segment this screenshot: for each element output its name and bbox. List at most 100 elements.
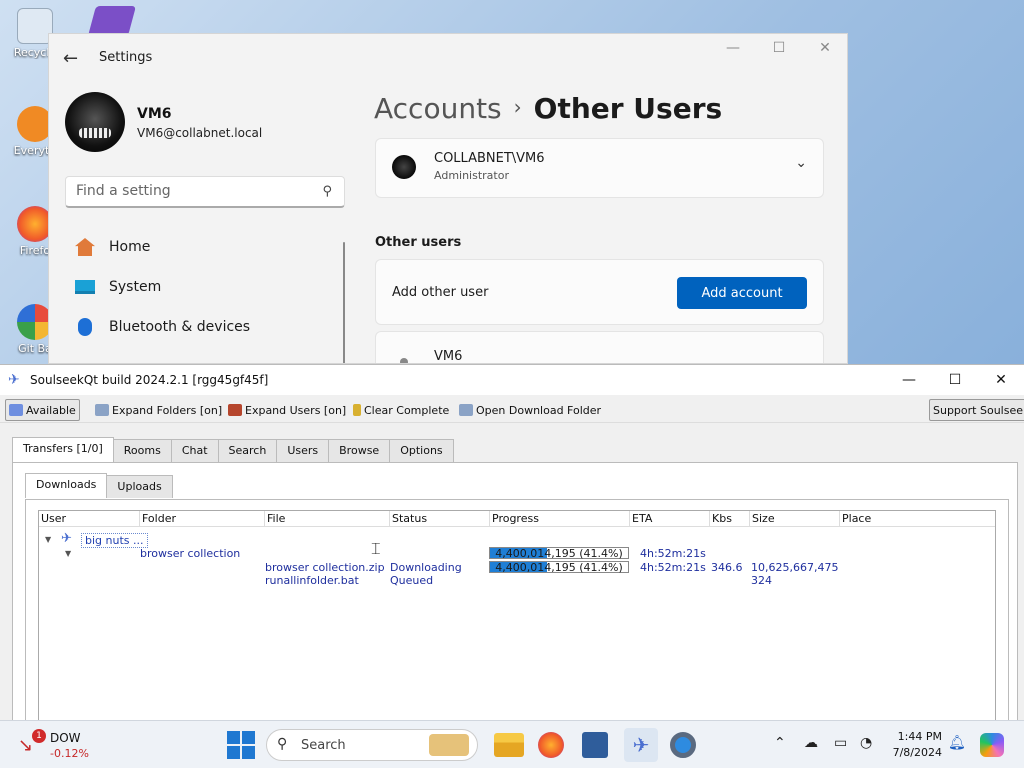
volume-icon[interactable]: ◔ <box>860 735 872 751</box>
expand-users-button[interactable]: Expand Users [on] <box>225 399 349 421</box>
support-label: Support Soulseek! <box>933 403 1024 417</box>
account-role: Administrator <box>434 169 509 182</box>
clear-complete-label: Clear Complete <box>364 403 450 417</box>
column-header-kbs[interactable]: Kbs <box>709 511 732 527</box>
soulseek-taskbar-icon[interactable]: ✈ <box>624 728 658 762</box>
network-offline-icon[interactable]: ☁ <box>804 735 818 751</box>
expand-arrow-icon[interactable]: ▼ <box>45 535 51 544</box>
windows-logo-icon <box>242 731 255 744</box>
clock[interactable]: 1:44 PM 7/8/2024 <box>886 729 942 761</box>
firefox-taskbar-icon[interactable] <box>538 732 564 758</box>
clock-time: 1:44 PM <box>897 730 942 743</box>
size-cell: 10,625,667,475 <box>751 561 839 574</box>
account-avatar <box>392 155 416 179</box>
status-cell: Queued <box>390 574 434 587</box>
notification-bell-icon[interactable]: 🔔︎ <box>948 735 966 751</box>
chevron-down-icon[interactable]: ⌄ <box>795 155 807 171</box>
user-cell[interactable]: big nuts ... <box>81 533 148 548</box>
add-account-button[interactable]: Add account <box>677 277 807 309</box>
column-header-eta[interactable]: ETA <box>629 511 652 527</box>
nav-scrollbar[interactable] <box>343 242 345 363</box>
minimize-button[interactable]: — <box>886 365 932 395</box>
home-icon <box>75 238 95 256</box>
search-highlight-icon <box>429 734 469 756</box>
nav-item-label: Bluetooth & devices <box>109 319 251 335</box>
snipping-tool-icon[interactable] <box>582 732 608 758</box>
nav-item-bluetooth[interactable]: Bluetooth & devices <box>75 312 250 342</box>
back-arrow-icon[interactable]: ← <box>63 48 78 69</box>
downloads-panel: User Folder File Status Progress ETA Kbs… <box>25 499 1009 723</box>
tab-options[interactable]: Options <box>389 439 454 462</box>
file-cell[interactable]: runallinfolder.bat <box>265 574 359 587</box>
breadcrumb: Accounts › Other Users <box>374 92 722 125</box>
list-header: User Folder File Status Progress ETA Kbs… <box>39 511 995 527</box>
column-header-place[interactable]: Place <box>839 511 995 527</box>
file-explorer-icon[interactable] <box>494 733 524 757</box>
column-header-file[interactable]: File <box>264 511 285 527</box>
tab-transfers[interactable]: Transfers [1/0] <box>12 437 114 462</box>
find-setting-input[interactable] <box>76 177 316 205</box>
tab-users[interactable]: Users <box>276 439 330 462</box>
tab-search[interactable]: Search <box>217 439 278 462</box>
folder-cell[interactable]: browser collection <box>140 547 240 560</box>
soulseek-title: SoulseekQt build 2024.2.1 [rgg45gf45f] <box>30 373 269 387</box>
windows-logo-icon <box>227 746 240 759</box>
minimize-button[interactable]: — <box>721 40 745 56</box>
clear-complete-button[interactable]: Clear Complete <box>350 399 452 421</box>
taskbar-search-label: Search <box>301 738 346 753</box>
add-other-user-label: Add other user <box>392 285 489 300</box>
breadcrumb-separator: › <box>513 95 522 119</box>
file-cell[interactable]: browser collection.zip <box>265 561 385 574</box>
other-user-card[interactable]: VM6 <box>375 331 824 364</box>
maximize-button[interactable]: ☐ <box>932 365 978 395</box>
breadcrumb-parent[interactable]: Accounts <box>374 92 502 125</box>
support-soulseek-button[interactable]: Support Soulseek! <box>929 399 1024 421</box>
nav-item-home[interactable]: Home <box>75 232 150 262</box>
column-header-folder[interactable]: Folder <box>139 511 176 527</box>
eta-cell: 4h:52m:21s <box>640 561 706 574</box>
other-user-name: VM6 <box>434 349 463 364</box>
folder-icon <box>459 404 473 416</box>
nav-item-system[interactable]: System <box>75 272 161 302</box>
column-header-size[interactable]: Size <box>749 511 775 527</box>
visual-studio-icon[interactable] <box>87 6 137 36</box>
soulseek-titlebar: ✈ SoulseekQt build 2024.2.1 [rgg45gf45f]… <box>0 365 1024 395</box>
soulseek-window-controls: — ☐ ✕ <box>886 365 1024 395</box>
close-button[interactable]: ✕ <box>813 40 837 56</box>
column-header-user[interactable]: User <box>39 511 66 527</box>
column-header-status[interactable]: Status <box>389 511 427 527</box>
downloads-list: User Folder File Status Progress ETA Kbs… <box>38 510 996 723</box>
expand-arrow-icon[interactable]: ▼ <box>65 549 71 558</box>
expand-folders-button[interactable]: Expand Folders [on] <box>92 399 225 421</box>
nav-item-label: Home <box>109 239 151 255</box>
broom-icon <box>353 404 361 416</box>
copilot-icon[interactable] <box>980 733 1004 757</box>
size-cell: 324 <box>751 574 772 587</box>
settings-gear-icon[interactable] <box>670 732 696 758</box>
windows-logo-icon <box>242 746 255 759</box>
chevron-up-icon[interactable]: ⌃ <box>774 735 786 751</box>
open-download-folder-button[interactable]: Open Download Folder <box>456 399 604 421</box>
folder-icon <box>95 404 109 416</box>
find-setting-search: ⚲ <box>65 176 345 208</box>
mouse-cursor-icon: ⌶ <box>371 539 381 558</box>
close-button[interactable]: ✕ <box>978 365 1024 395</box>
user-bird-icon: ✈ <box>61 531 72 546</box>
maximize-button[interactable]: ☐ <box>767 40 791 56</box>
tab-downloads[interactable]: Downloads <box>25 473 108 498</box>
progress-text: 4,400,014,195 (41.4%) <box>495 547 623 560</box>
status-cell: Downloading <box>390 561 462 574</box>
display-icon[interactable]: ▭ <box>834 735 847 751</box>
current-account-card[interactable]: COLLABNET\VM6 Administrator ⌄ <box>375 138 824 198</box>
settings-window-controls: — ☐ ✕ <box>721 40 837 56</box>
status-available-button[interactable]: Available <box>5 399 80 421</box>
tab-browse[interactable]: Browse <box>328 439 391 462</box>
tab-chat[interactable]: Chat <box>170 439 219 462</box>
user-name: VM6 <box>137 106 172 122</box>
tab-uploads[interactable]: Uploads <box>106 475 173 498</box>
tab-rooms[interactable]: Rooms <box>112 439 172 462</box>
soulseek-toolbar: Available Expand Folders [on] Expand Use… <box>0 395 1024 423</box>
taskbar-search[interactable]: ⚲ Search <box>266 729 478 761</box>
column-header-progress[interactable]: Progress <box>489 511 539 527</box>
start-button[interactable] <box>226 730 256 760</box>
